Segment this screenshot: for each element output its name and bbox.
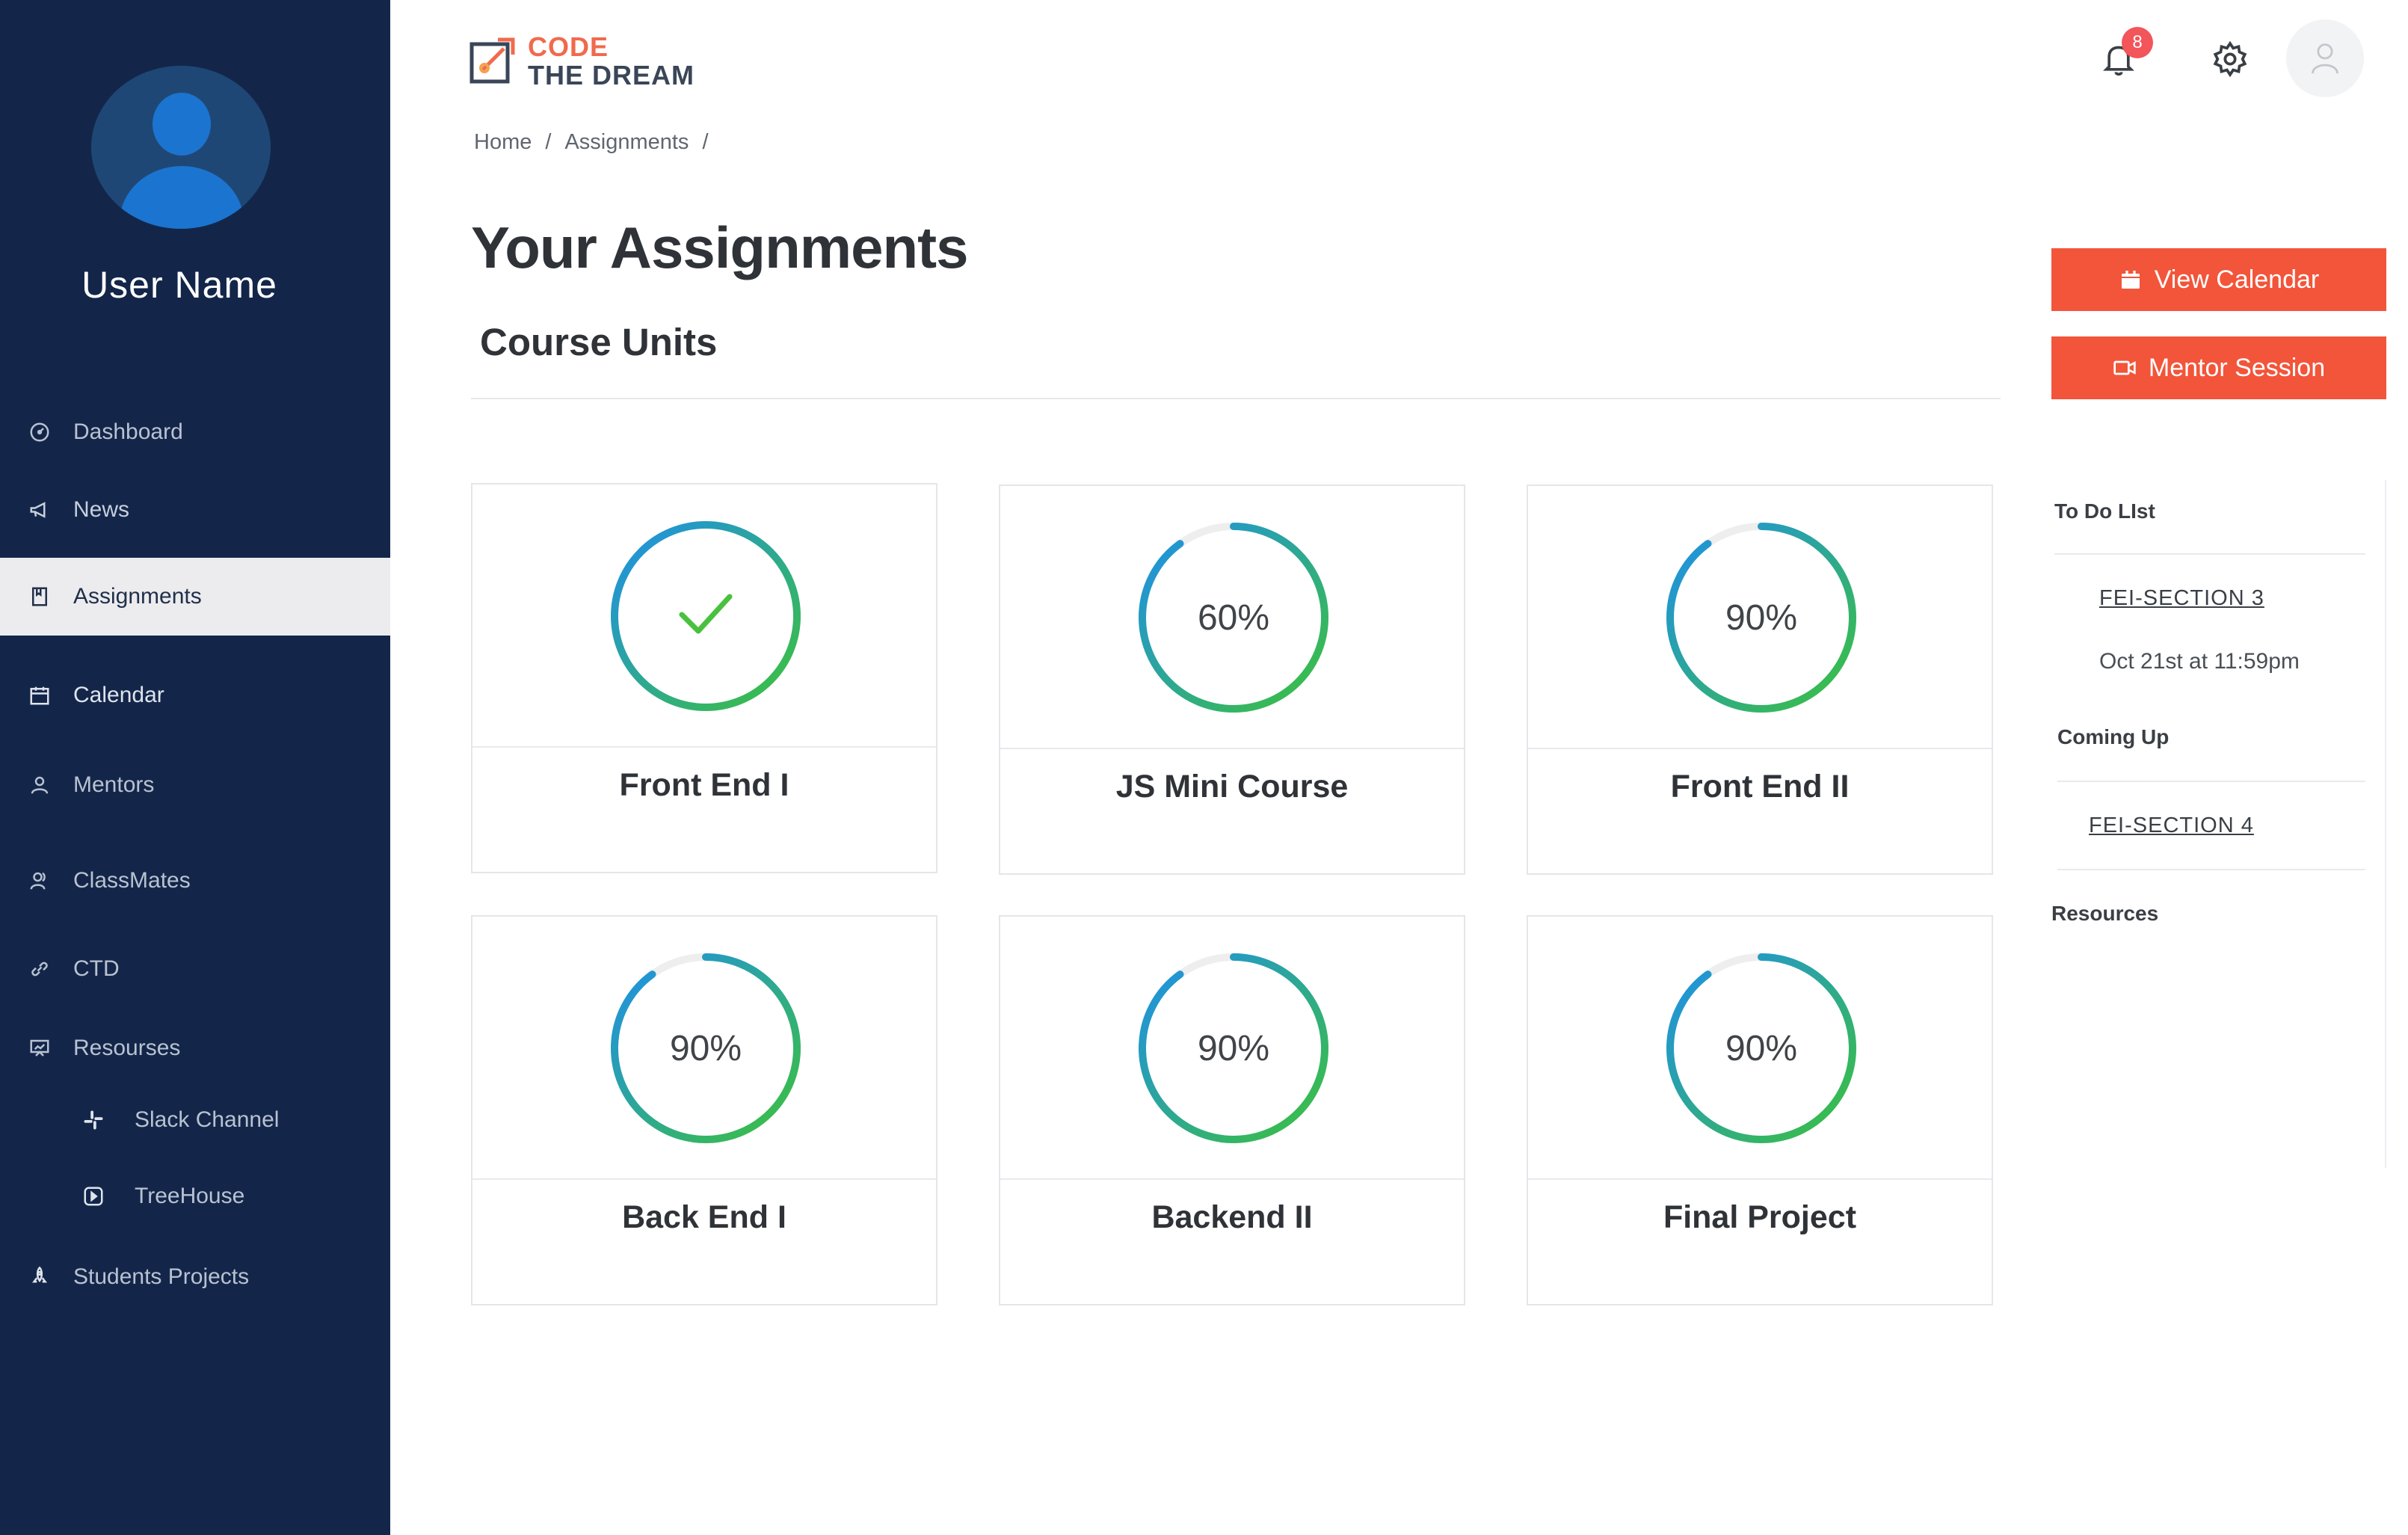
right-panel-border [2385, 480, 2386, 1168]
progress-percent: 90% [1725, 1028, 1798, 1068]
breadcrumb-home[interactable]: Home [474, 130, 532, 155]
card-divider [1528, 1178, 1992, 1180]
sidebar-subitem-slack[interactable]: Slack Channel [0, 1081, 390, 1159]
video-camera-icon [2113, 360, 2136, 375]
sidebar-item-label: TreeHouse [135, 1184, 245, 1208]
coming-up-heading: Coming Up [2057, 725, 2170, 748]
todo-heading: To Do LIst [2054, 499, 2155, 523]
course-card[interactable]: 90% Front End II [1527, 485, 1993, 875]
logo-line1: CODE [528, 31, 609, 62]
coming-up-divider [2057, 781, 2365, 782]
presentation-board-icon [28, 1037, 51, 1059]
sidebar-item-assignments[interactable]: Assignments [0, 558, 390, 636]
profile-avatar-button[interactable] [2286, 19, 2364, 97]
sidebar: User Name Dashboard News Assignments Cal… [0, 0, 390, 1535]
user-avatar[interactable] [91, 66, 271, 229]
card-divider [1528, 748, 1992, 749]
page-title: Your Assignments [471, 215, 968, 280]
resources-heading: Resources [2051, 902, 2159, 925]
sidebar-item-ctd[interactable]: CTD [0, 930, 390, 1008]
todo-item-date: Oct 21st at 11:59pm [2099, 649, 2300, 674]
sidebar-subitem-treehouse[interactable]: TreeHouse [0, 1157, 390, 1235]
sidebar-item-label: Dashboard [73, 419, 183, 444]
section-title: Course Units [480, 321, 718, 363]
coming-up-item-link[interactable]: FEI-SECTION 4 [2089, 813, 2254, 838]
course-card[interactable]: 90% Backend II [999, 915, 1465, 1305]
link-icon [28, 958, 51, 980]
sidebar-item-resources[interactable]: Resourses [0, 1009, 390, 1087]
course-card[interactable]: 90% Final Project [1527, 915, 1993, 1305]
bookmark-book-icon [28, 585, 51, 608]
sidebar-item-label: Calendar [73, 683, 164, 707]
course-card[interactable]: 90% Back End I [471, 915, 937, 1305]
card-divider [1000, 1178, 1464, 1180]
sidebar-item-students-projects[interactable]: Students Projects [0, 1238, 390, 1316]
logo-line2: THE DREAM [528, 60, 695, 90]
course-title: Back End I [622, 1199, 786, 1235]
course-card[interactable]: 60% JS Mini Course [999, 485, 1465, 875]
mentor-session-button[interactable]: Mentor Session [2051, 336, 2386, 399]
card-divider [472, 746, 936, 748]
sidebar-item-news[interactable]: News [0, 471, 390, 549]
sidebar-item-label: ClassMates [73, 868, 191, 893]
sidebar-item-label: CTD [73, 956, 120, 981]
gear-icon[interactable] [2211, 40, 2249, 78]
card-divider [1000, 748, 1464, 749]
view-calendar-label: View Calendar [2154, 265, 2320, 294]
sidebar-item-label: Assignments [73, 584, 202, 609]
sidebar-item-classmates[interactable]: ClassMates [0, 842, 390, 920]
course-title: Front End I [619, 767, 789, 803]
course-title: JS Mini Course [1115, 769, 1349, 805]
user-name: User Name [81, 264, 277, 306]
avatar-head [153, 93, 211, 156]
mentor-session-label: Mentor Session [2148, 353, 2326, 382]
section-divider [471, 398, 2001, 399]
sidebar-item-mentors[interactable]: Mentors [0, 746, 390, 824]
progress-percent [607, 517, 804, 715]
course-title: Front End II [1670, 769, 1850, 805]
sidebar-item-label: Resourses [73, 1036, 181, 1060]
sidebar-item-calendar[interactable]: Calendar [0, 656, 390, 734]
progress-percent: 90% [1197, 1028, 1270, 1068]
card-divider [472, 1178, 936, 1180]
sidebar-item-dashboard[interactable]: Dashboard [0, 393, 390, 471]
breadcrumb-separator: / [702, 130, 709, 154]
user-icon [2312, 43, 2338, 74]
slack-icon [82, 1109, 105, 1131]
calendar-icon [2121, 271, 2140, 289]
progress-percent: 90% [1725, 597, 1798, 638]
course-title: Backend II [1151, 1199, 1313, 1235]
notification-badge: 8 [2122, 27, 2153, 58]
calendar-icon [28, 684, 51, 707]
sidebar-item-label: News [73, 497, 130, 522]
user-icon [28, 774, 51, 796]
todo-item-link[interactable]: FEI-SECTION 3 [2099, 586, 2264, 611]
breadcrumb-separator: / [545, 130, 552, 154]
view-calendar-button[interactable]: View Calendar [2051, 248, 2386, 311]
users-icon [28, 870, 51, 892]
todo-divider [2054, 553, 2365, 555]
sidebar-item-label: Students Projects [73, 1264, 250, 1289]
sidebar-item-label: Mentors [73, 772, 155, 797]
rocket-icon [28, 1266, 51, 1288]
dashboard-gauge-icon [28, 421, 51, 443]
breadcrumb: Home / Assignments / [474, 130, 709, 155]
megaphone-icon [28, 499, 51, 521]
course-title: Final Project [1663, 1199, 1857, 1235]
avatar-body [120, 166, 244, 229]
progress-percent: 60% [1197, 597, 1270, 638]
sidebar-item-label: Slack Channel [135, 1107, 280, 1132]
play-square-icon [82, 1185, 105, 1208]
code-the-dream-logo[interactable]: CODE THE DREAM [469, 33, 695, 90]
breadcrumb-assignments[interactable]: Assignments [564, 130, 689, 155]
logo-mark-icon [469, 37, 515, 84]
coming-up-divider-bottom [2057, 869, 2365, 870]
course-card[interactable]: Front End I [471, 483, 937, 873]
progress-percent: 90% [669, 1028, 742, 1068]
